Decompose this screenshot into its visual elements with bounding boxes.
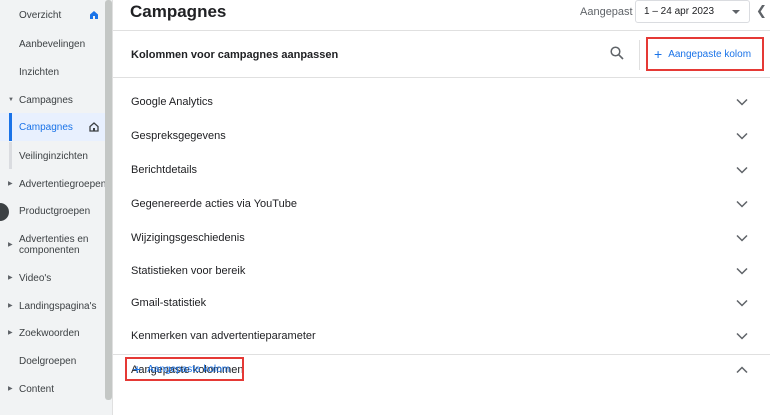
sidebar-item-label: Aanbevelingen	[19, 38, 86, 50]
section-gespreksgegevens[interactable]: Gespreksgegevens	[113, 121, 770, 154]
date-range-value: 1 – 24 apr 2023	[644, 6, 715, 17]
sidebar-item-advertenties[interactable]: ▶ Advertenties en componenten	[0, 230, 105, 260]
sidebar-item-videos[interactable]: ▶ Video's	[0, 266, 105, 290]
chevron-up-icon	[736, 366, 748, 374]
chevron-down-icon	[736, 332, 748, 340]
section-label: Statistieken voor bereik	[131, 265, 246, 277]
sidebar-item-label: Doelgroepen	[19, 355, 77, 367]
sidebar-item-content[interactable]: ▶ Content	[0, 377, 105, 401]
chevron-left-icon[interactable]: ❮	[756, 3, 767, 19]
section-label: Gespreksgegevens	[131, 130, 226, 142]
section-label: Gegenereerde acties via YouTube	[131, 198, 297, 210]
sidebar-item-veilinginzichten[interactable]: Veilinginzichten	[0, 144, 105, 168]
sidebar-item-zoekwoorden[interactable]: ▶ Zoekwoorden	[0, 321, 105, 345]
search-icon[interactable]	[610, 46, 624, 60]
section-youtube-acties[interactable]: Gegenereerde acties via YouTube	[113, 189, 770, 222]
chevron-down-icon	[736, 200, 748, 208]
sidebar-item-productgroepen[interactable]: Productgroepen	[0, 199, 105, 223]
sidebar-item-label: Video's	[19, 272, 52, 284]
add-custom-column-label: Aangepaste kolom	[668, 48, 752, 60]
sidebar-item-doelgroepen[interactable]: Doelgroepen	[0, 349, 105, 373]
sidebar-item-label: Productgroepen	[19, 205, 91, 217]
sidebar-item-inzichten[interactable]: Inzichten	[0, 60, 105, 84]
sidebar-item-landingspaginas[interactable]: ▶ Landingspagina's	[0, 294, 105, 318]
caret-down-icon: ▼	[8, 97, 14, 103]
sidebar-item-label: Overzicht	[19, 9, 62, 21]
chevron-down-icon	[736, 98, 748, 106]
chevron-down-icon	[736, 166, 748, 174]
section-wijzigingsgeschiedenis[interactable]: Wijzigingsgeschiedenis	[113, 223, 770, 256]
sidebar-item-label: Inzichten	[19, 66, 60, 78]
chevron-down-icon	[736, 234, 748, 242]
caret-right-icon: ▶	[8, 303, 13, 309]
sidebar-item-campagnes-group[interactable]: ▼ Campagnes	[0, 88, 105, 112]
chevron-down-icon	[736, 132, 748, 140]
page-title: Campagnes	[130, 2, 227, 21]
caret-right-icon: ▶	[8, 386, 13, 392]
sidebar-item-label: Veilinginzichten	[19, 150, 88, 162]
section-label: Gmail-statistiek	[131, 297, 207, 309]
add-custom-column-label: Aangepaste kolom	[147, 363, 231, 375]
section-label: Wijzigingsgeschiedenis	[131, 232, 245, 244]
section-gmail-statistiek[interactable]: Gmail-statistiek	[113, 288, 770, 321]
caret-right-icon: ▶	[8, 242, 13, 248]
caret-right-icon: ▶	[8, 275, 13, 281]
add-custom-column-link[interactable]: + Aangepaste kolom	[125, 357, 244, 381]
sidebar-item-advertentiegroepen[interactable]: ▶ Advertentiegroepen	[0, 172, 107, 196]
home-icon	[90, 11, 98, 19]
add-custom-column-button[interactable]: + Aangepaste kolom	[646, 37, 764, 71]
sidebar-item-label: Landingspagina's	[19, 300, 97, 312]
section-label: Berichtdetails	[131, 164, 198, 176]
sidebar: Overzicht Aanbevelingen Inzichten ▼ Camp…	[0, 0, 113, 415]
chevron-down-icon	[736, 299, 748, 307]
caret-right-icon: ▶	[8, 181, 13, 187]
section-statistieken-bereik[interactable]: Statistieken voor bereik	[113, 256, 770, 289]
section-advertentieparameter[interactable]: Kenmerken van advertentieparameter	[113, 321, 770, 354]
section-google-analytics[interactable]: Google Analytics	[113, 87, 770, 120]
home-icon	[89, 122, 99, 132]
dropdown-arrow-icon	[732, 10, 740, 14]
sidebar-item-label: Zoekwoorden	[19, 327, 80, 339]
sidebar-item-label: Campagnes	[19, 94, 73, 106]
sidebar-item-campagnes[interactable]: Campagnes	[0, 113, 105, 141]
plus-icon: +	[133, 361, 142, 377]
section-label: Google Analytics	[131, 96, 213, 108]
divider	[639, 40, 640, 70]
plus-icon: +	[654, 46, 663, 62]
caret-right-icon: ▶	[8, 330, 13, 336]
section-label: Kenmerken van advertentieparameter	[131, 330, 316, 342]
sidebar-item-label: Campagnes	[19, 121, 73, 133]
date-range-select[interactable]: 1 – 24 apr 2023	[635, 0, 750, 23]
date-range-label: Aangepast	[580, 6, 633, 18]
main-content: Campagnes Aangepast 1 – 24 apr 2023 ❮ Ko…	[113, 0, 770, 415]
section-berichtdetails[interactable]: Berichtdetails	[113, 155, 770, 188]
sidebar-scrollbar[interactable]	[105, 0, 112, 400]
sidebar-item-label: Advertentiegroepen	[19, 178, 107, 190]
sidebar-item-overzicht[interactable]: Overzicht	[0, 3, 105, 27]
panel-title: Kolommen voor campagnes aanpassen	[131, 49, 339, 61]
sidebar-item-label: Advertenties en componenten	[19, 234, 89, 256]
sidebar-item-aanbevelingen[interactable]: Aanbevelingen	[0, 32, 105, 56]
sidebar-item-label: Content	[19, 383, 55, 395]
panel-header: Kolommen voor campagnes aanpassen + Aang…	[113, 31, 770, 78]
chevron-down-icon	[736, 267, 748, 275]
